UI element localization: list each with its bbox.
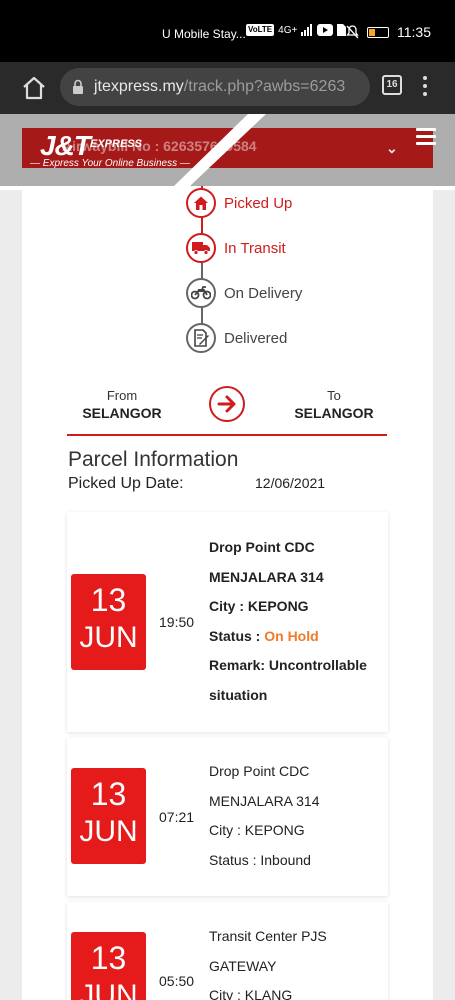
step-on-delivery: On Delivery (186, 278, 302, 308)
network-type: 4G+ (278, 24, 298, 36)
event-day: 13 (90, 940, 127, 976)
motorcycle-icon (186, 278, 216, 308)
system-indicators: 11:35 (346, 24, 431, 40)
event-place-line2: MENJALARA 314 (209, 568, 324, 585)
event-details: Transit Center PJS GATEWAY City : KLANG (209, 922, 327, 1000)
picked-up-date-value: 12/06/2021 (255, 475, 326, 491)
event-status-label: Status : (209, 627, 265, 644)
to-value: SELANGOR (294, 405, 374, 421)
home-icon[interactable] (20, 74, 48, 102)
browser-toolbar: jtexpress.my/track.php?awbs=6263 16 (0, 62, 455, 114)
address-bar[interactable]: jtexpress.my/track.php?awbs=6263 (60, 68, 370, 106)
from-value: SELANGOR (82, 405, 162, 421)
tab-switcher-button[interactable]: 16 (382, 75, 402, 95)
event-status: Status : On Hold (209, 622, 367, 652)
signal-icon (301, 24, 313, 36)
event-place-line2: GATEWAY (209, 957, 277, 974)
event-month: JUN (79, 979, 138, 1000)
network-indicators: VoLTE 4G+ (246, 24, 347, 36)
date-badge: 13 JUN (71, 574, 146, 670)
volte-badge: VoLTE (246, 24, 275, 36)
event-place-line1: Transit Center PJS (209, 928, 327, 944)
event-place-line1: Drop Point CDC (209, 539, 315, 555)
route-from: From SELANGOR (62, 388, 182, 421)
carrier-name: U Mobile Stay... (162, 27, 246, 41)
clock: 11:35 (397, 24, 431, 40)
header-slash-decoration (174, 114, 266, 186)
event-time: 19:50 (159, 614, 195, 630)
event-day: 13 (90, 776, 127, 812)
event-remark-line2: situation (209, 686, 268, 703)
date-badge: 13 JUN (71, 768, 146, 864)
battery-icon (367, 26, 389, 38)
date-badge: 13 JUN (71, 932, 146, 1000)
truck-icon (186, 233, 216, 263)
from-label: From (106, 388, 138, 403)
logo-sub: EXPRESS (90, 138, 142, 150)
logo-tagline: — Express Your Online Business — (30, 158, 190, 169)
event-time: 05:50 (159, 973, 195, 989)
route-to: To SELANGOR (274, 388, 394, 421)
event-month: JUN (79, 621, 138, 654)
chevron-down-icon[interactable]: ⌄ (386, 140, 398, 157)
step-label: Delivered (224, 329, 288, 347)
browser-menu-icon[interactable] (418, 74, 432, 100)
event-remark-line1: Remark: Uncontrollable (209, 657, 367, 673)
event-details: Drop Point CDC MENJALARA 314 City : KEPO… (209, 533, 367, 710)
tracking-event: 13 JUN 19:50 Drop Point CDC MENJALARA 31… (67, 512, 388, 732)
signed-document-icon (186, 323, 216, 353)
home-icon (186, 188, 216, 218)
event-time: 07:21 (159, 809, 195, 825)
event-status: Status : Inbound (209, 851, 311, 868)
event-city: City : KLANG (209, 987, 293, 1000)
step-label: In Transit (224, 239, 286, 257)
event-city: City : KEPONG (209, 822, 305, 838)
mute-bell-icon (346, 25, 359, 39)
event-city: City : KEPONG (209, 598, 309, 614)
event-month: JUN (79, 815, 138, 848)
step-picked-up: Picked Up (186, 188, 292, 218)
hamburger-menu-icon[interactable] (416, 128, 436, 149)
url-path: /track.php?awbs=6263 (183, 78, 346, 95)
event-place-line1: Drop Point CDC (209, 763, 310, 779)
sim-icon (337, 24, 347, 36)
to-label: To (327, 388, 341, 403)
arrow-right-icon (209, 386, 245, 422)
parcel-info-title: Parcel Information (68, 448, 239, 471)
url-host: jtexpress.my (94, 78, 184, 95)
step-in-transit: In Transit (186, 233, 286, 263)
event-day: 13 (90, 582, 127, 618)
step-delivered: Delivered (186, 323, 287, 353)
tracking-event: 13 JUN 07:21 Drop Point CDC MENJALARA 31… (67, 738, 388, 896)
event-details: Drop Point CDC MENJALARA 314 City : KEPO… (209, 757, 320, 875)
site-header: Airwaybill No : 626357649584 J&T EXPRESS… (0, 114, 455, 186)
step-label: Picked Up (224, 194, 293, 212)
status-bar: U Mobile Stay... VoLTE 4G+ 11:35 (0, 0, 455, 62)
picked-up-date-label: Picked Up Date: (68, 475, 184, 492)
youtube-icon (317, 24, 334, 36)
event-status-value: On Hold (264, 627, 319, 644)
tracking-event: 13 JUN 05:50 Transit Center PJS GATEWAY … (67, 902, 388, 1000)
step-label: On Delivery (224, 284, 303, 302)
lock-icon (73, 79, 83, 94)
divider (67, 434, 387, 436)
url-text: jtexpress.my/track.php?awbs=6263 (94, 78, 345, 96)
event-place-line2: MENJALARA 314 (209, 792, 320, 809)
